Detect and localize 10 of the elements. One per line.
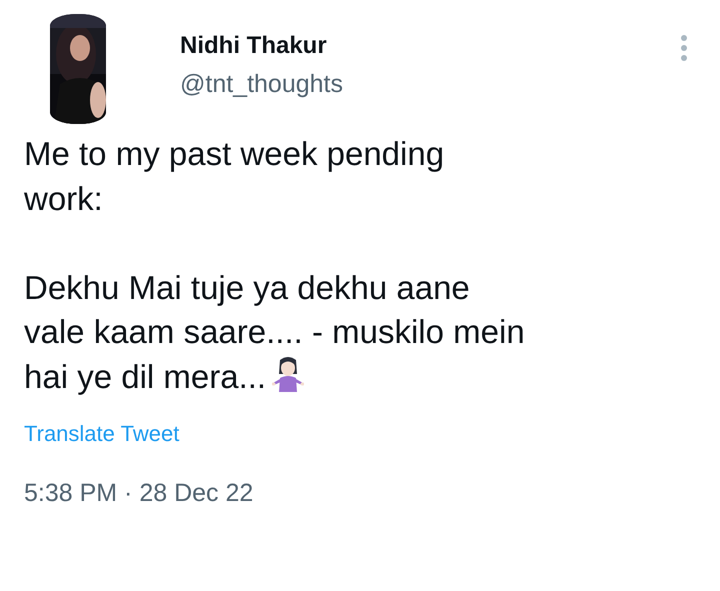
tweet-text-line: Me to my past week pending: [24, 135, 444, 172]
tweet-text-line: hai ye dil mera...: [24, 358, 266, 394]
more-options-icon[interactable]: [680, 34, 688, 62]
tweet-text-line: vale kaam saare.... - muskilo mein: [24, 313, 525, 350]
author-handle[interactable]: @tnt_thoughts: [180, 70, 343, 99]
timestamp: 5:38 PM · 28 Dec 22: [24, 479, 254, 508]
tweet-text-line: Dekhu Mai tuje ya dekhu aane: [24, 268, 470, 306]
tweet-text-line: work:: [24, 180, 103, 216]
author-name[interactable]: Nidhi Thakur: [180, 32, 343, 60]
shrugging-person-icon: [272, 356, 304, 392]
